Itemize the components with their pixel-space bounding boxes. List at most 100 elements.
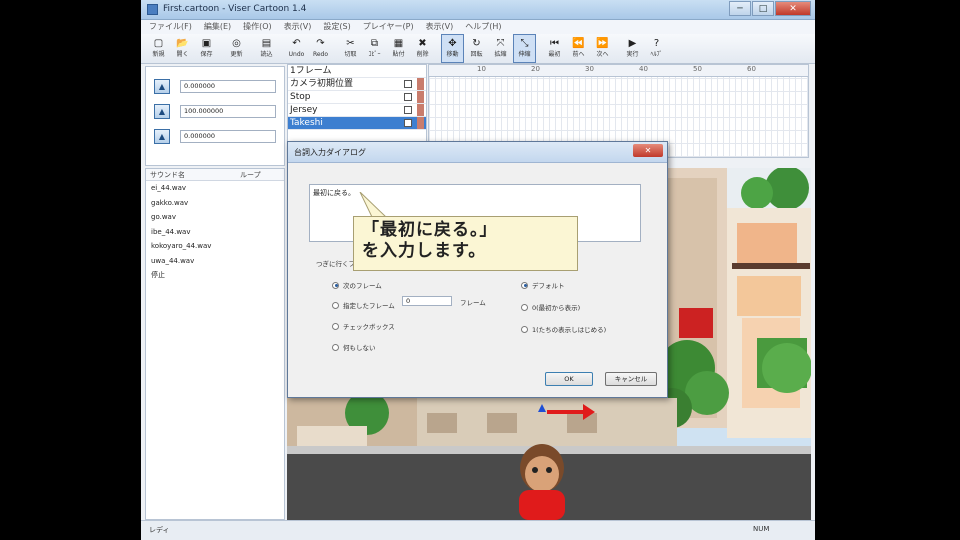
track-label: Takeshi — [290, 118, 323, 128]
camera-z-field[interactable]: 0.000000 — [180, 129, 276, 143]
ok-button[interactable]: OK — [545, 372, 593, 386]
track-item[interactable]: Stop — [288, 91, 426, 104]
dialog-title-bar: 台詞入力ダイアログ ✕ — [288, 142, 667, 163]
resize-icon: ⤡ — [520, 38, 529, 49]
move-icon: ✥ — [448, 38, 457, 49]
sound-list-header: サウンド名 ループ — [146, 169, 284, 181]
track-checkbox[interactable] — [404, 106, 412, 114]
toolbar-play-button[interactable]: ▶ 実行 — [621, 34, 644, 63]
sound-loop-column[interactable]: ループ — [236, 169, 261, 180]
timeline-ruler: 10 20 30 40 50 60 — [429, 65, 808, 77]
track-label: Jersey — [290, 105, 318, 115]
camera-x-field[interactable]: 0.000000 — [180, 79, 276, 93]
toolbar-label: 切取 — [344, 51, 357, 58]
toolbar-open-button[interactable]: 📂 開く — [171, 34, 194, 63]
toolbar-cut-button[interactable]: ✂ 切取 — [339, 34, 362, 63]
undo-icon: ↶ — [292, 38, 301, 49]
track-marker — [417, 104, 424, 116]
menu-help[interactable]: ヘルプ(H) — [465, 20, 501, 34]
minimize-button[interactable]: ─ — [729, 1, 751, 16]
radio-checkbox[interactable]: チェックボックス — [332, 321, 395, 331]
menu-player[interactable]: プレイヤー(P) — [363, 20, 414, 34]
radio-dot — [332, 322, 339, 330]
toolbar-copy-button[interactable]: ⧉ ｺﾋﾟｰ — [363, 34, 386, 63]
cut-icon: ✂ — [346, 38, 355, 49]
sound-item[interactable]: uwa_44.wav — [146, 254, 284, 269]
sound-item[interactable]: gakko.wav — [146, 196, 284, 211]
window-title: First.cartoon - Viser Cartoon 1.4 — [163, 4, 307, 14]
toolbar-redo-button[interactable]: ↷ Redo — [309, 34, 332, 63]
copy-icon: ⧉ — [370, 38, 379, 49]
toolbar-label: 読込 — [260, 51, 273, 58]
menu-operation[interactable]: 操作(O) — [243, 20, 272, 34]
menu-view[interactable]: 表示(V) — [284, 20, 312, 34]
toolbar-help-button[interactable]: ? ﾍﾙﾌﾟ — [645, 34, 668, 63]
frame-number-input[interactable]: 0 — [402, 296, 452, 306]
toolbar-delete-button[interactable]: ✖ 削除 — [411, 34, 434, 63]
camera-z-button[interactable]: ▲ — [154, 128, 170, 144]
toolbar-paste-button[interactable]: ▦ 貼付 — [387, 34, 410, 63]
menu-settings[interactable]: 設定(S) — [323, 20, 350, 34]
toolbar-refresh-button[interactable]: ◎ 更新 — [225, 34, 248, 63]
toolbar-label: 拡縮 — [494, 51, 507, 58]
track-checkbox[interactable] — [404, 80, 412, 88]
radio-specified-frame[interactable]: 指定したフレーム — [332, 300, 395, 310]
track-marker — [417, 91, 424, 103]
toolbar-label: 移動 — [446, 51, 459, 58]
toolbar-rotate-button[interactable]: ↻ 回転 — [465, 34, 488, 63]
radio-do-nothing[interactable]: 何もしない — [332, 342, 376, 352]
toolbar-first-button[interactable]: ⏮ 最初 — [543, 34, 566, 63]
track-checkbox[interactable] — [404, 93, 412, 101]
toolbar-resize-button[interactable]: ⤡ 伸縮 — [513, 34, 536, 63]
radio-dot — [332, 343, 339, 351]
sound-name-column[interactable]: サウンド名 — [146, 169, 236, 180]
sound-item[interactable]: kokoyaro_44.wav — [146, 239, 284, 254]
close-button[interactable]: ✕ — [775, 1, 811, 16]
toolbar-label: 貼付 — [392, 51, 405, 58]
radio-label: 指定したフレーム — [343, 302, 395, 310]
track-item[interactable]: Jersey — [288, 104, 426, 117]
sound-item[interactable]: go.wav — [146, 210, 284, 225]
radio-option-0[interactable]: 0(最初から表示) — [521, 302, 580, 312]
toolbar-scale-button[interactable]: ⤧ 拡縮 — [489, 34, 512, 63]
maximize-button[interactable]: □ — [752, 1, 774, 16]
status-bar: レディ NUM — [141, 520, 815, 540]
radio-option-1[interactable]: 1(たちの表示しはじめる) — [521, 324, 606, 334]
import-icon: ▤ — [261, 38, 272, 49]
toolbar-label: 実行 — [626, 51, 639, 58]
camera-y-field[interactable]: 100.000000 — [180, 104, 276, 118]
callout-line-1: 「最初に戻る。」 — [362, 220, 498, 240]
ruler-tick: 60 — [747, 65, 756, 73]
toolbar-new-button[interactable]: ▢ 新規 — [147, 34, 170, 63]
sound-item[interactable]: ibe_44.wav — [146, 225, 284, 240]
track-label: カメラ初期位置 — [290, 79, 354, 89]
toolbar-import-button[interactable]: ▤ 読込 — [255, 34, 278, 63]
camera-x-button[interactable]: ▲ — [154, 78, 170, 94]
radio-default[interactable]: デフォルト — [521, 280, 565, 290]
toolbar-label: 更新 — [230, 51, 243, 58]
radio-dot — [332, 301, 339, 309]
toolbar-next-button[interactable]: ⏩ 次へ — [591, 34, 614, 63]
menu-view-2[interactable]: 表示(V) — [426, 20, 454, 34]
dialog-close-button[interactable]: ✕ — [633, 144, 663, 157]
toolbar-prev-button[interactable]: ⏪ 前へ — [567, 34, 590, 63]
rotate-icon: ↻ — [472, 38, 481, 49]
sound-item[interactable]: ei_44.wav — [146, 181, 284, 196]
toolbar-save-button[interactable]: ▣ 保存 — [195, 34, 218, 63]
track-marker — [417, 117, 424, 129]
new-icon: ▢ — [153, 38, 164, 49]
radio-dot — [521, 281, 528, 289]
sound-item[interactable]: 停止 — [146, 268, 284, 283]
menu-file[interactable]: ファイル(F) — [149, 20, 192, 34]
dialog-title: 台詞入力ダイアログ — [294, 148, 366, 157]
camera-y-button[interactable]: ▲ — [154, 103, 170, 119]
radio-next-frame[interactable]: 次のフレーム — [332, 280, 382, 290]
toolbar-move-button[interactable]: ✥ 移動 — [441, 34, 464, 63]
menu-edit[interactable]: 編集(E) — [204, 20, 231, 34]
track-checkbox[interactable] — [404, 119, 412, 127]
cancel-button[interactable]: キャンセル — [605, 372, 657, 386]
track-item-selected[interactable]: Takeshi — [288, 117, 426, 130]
toolbar-undo-button[interactable]: ↶ Undo — [285, 34, 308, 63]
radio-label: 0(最初から表示) — [532, 304, 581, 312]
track-item[interactable]: カメラ初期位置 — [288, 78, 426, 91]
